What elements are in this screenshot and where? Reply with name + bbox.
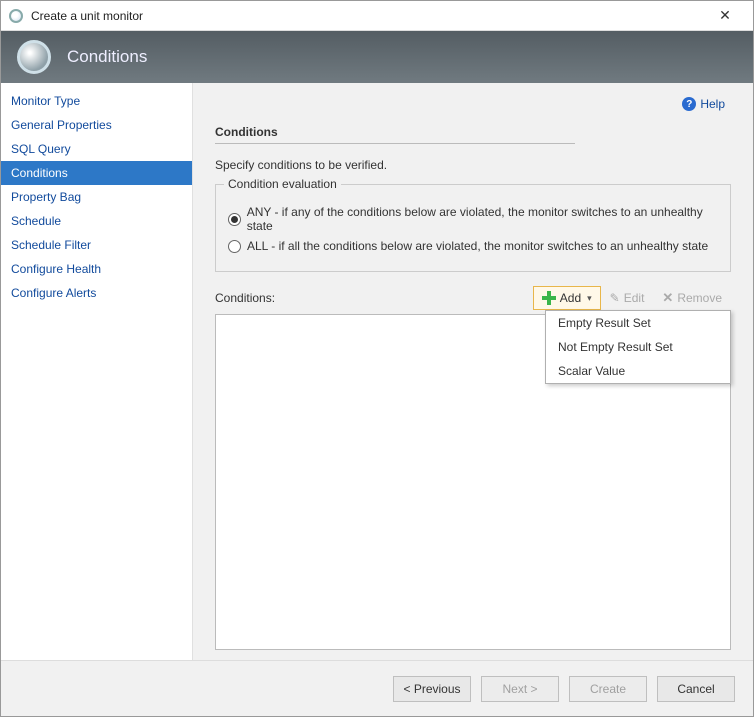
edit-button: ✎ Edit	[601, 286, 654, 310]
section-title: Conditions	[215, 125, 575, 144]
edit-button-label: Edit	[624, 291, 645, 305]
pencil-icon: ✎	[610, 291, 620, 305]
help-link[interactable]: ? Help	[682, 97, 725, 111]
sidebar-item-conditions[interactable]: Conditions	[1, 161, 192, 185]
plus-icon	[542, 291, 556, 305]
conditions-label: Conditions:	[215, 291, 275, 305]
banner-icon	[17, 40, 51, 74]
cancel-button[interactable]: Cancel	[657, 676, 735, 702]
help-label: Help	[700, 97, 725, 111]
dialog-window: Create a unit monitor ✕ Conditions Monit…	[0, 0, 754, 717]
remove-button-label: Remove	[677, 291, 722, 305]
sidebar-item-monitor-type[interactable]: Monitor Type	[1, 89, 192, 113]
radio-all-label: ALL - if all the conditions below are vi…	[247, 239, 708, 253]
add-dropdown: Empty Result Set Not Empty Result Set Sc…	[545, 310, 731, 384]
dropdown-item-empty-result-set[interactable]: Empty Result Set	[546, 311, 730, 335]
dropdown-item-scalar-value[interactable]: Scalar Value	[546, 359, 730, 383]
footer: < Previous Next > Create Cancel	[1, 660, 753, 716]
window-title: Create a unit monitor	[31, 9, 705, 23]
toolbar-buttons: Add ▾ ✎ Edit ✕ Remove Empty Result Set N…	[533, 286, 731, 310]
radio-all-input[interactable]	[228, 240, 241, 253]
sidebar-item-schedule-filter[interactable]: Schedule Filter	[1, 233, 192, 257]
create-button: Create	[569, 676, 647, 702]
sidebar-item-configure-alerts[interactable]: Configure Alerts	[1, 281, 192, 305]
remove-button: ✕ Remove	[653, 286, 731, 310]
chevron-down-icon: ▾	[587, 293, 592, 304]
x-icon: ✕	[662, 290, 673, 306]
sidebar-item-schedule[interactable]: Schedule	[1, 209, 192, 233]
help-icon: ?	[682, 97, 696, 111]
radio-any[interactable]: ANY - if any of the conditions below are…	[228, 205, 718, 233]
body: Monitor Type General Properties SQL Quer…	[1, 83, 753, 660]
radio-any-label: ANY - if any of the conditions below are…	[247, 205, 718, 233]
radio-any-input[interactable]	[228, 213, 241, 226]
add-button[interactable]: Add ▾	[533, 286, 601, 310]
sidebar-item-sql-query[interactable]: SQL Query	[1, 137, 192, 161]
app-icon	[9, 9, 23, 23]
titlebar: Create a unit monitor ✕	[1, 1, 753, 31]
sidebar-item-configure-health[interactable]: Configure Health	[1, 257, 192, 281]
close-button[interactable]: ✕	[705, 7, 745, 24]
dropdown-item-not-empty-result-set[interactable]: Not Empty Result Set	[546, 335, 730, 359]
condition-evaluation-fieldset: Condition evaluation ANY - if any of the…	[215, 184, 731, 272]
main-panel: ? Help Conditions Specify conditions to …	[193, 83, 753, 660]
conditions-toolbar: Conditions: Add ▾ ✎ Edit ✕ Remove	[215, 286, 731, 310]
radio-all[interactable]: ALL - if all the conditions below are vi…	[228, 239, 718, 253]
banner-title: Conditions	[67, 47, 147, 67]
section-subtext: Specify conditions to be verified.	[215, 158, 731, 172]
banner: Conditions	[1, 31, 753, 83]
next-button: Next >	[481, 676, 559, 702]
sidebar-item-general-properties[interactable]: General Properties	[1, 113, 192, 137]
previous-button[interactable]: < Previous	[393, 676, 471, 702]
wizard-sidebar: Monitor Type General Properties SQL Quer…	[1, 83, 193, 660]
fieldset-legend: Condition evaluation	[224, 177, 341, 191]
sidebar-item-property-bag[interactable]: Property Bag	[1, 185, 192, 209]
add-button-label: Add	[560, 291, 581, 305]
